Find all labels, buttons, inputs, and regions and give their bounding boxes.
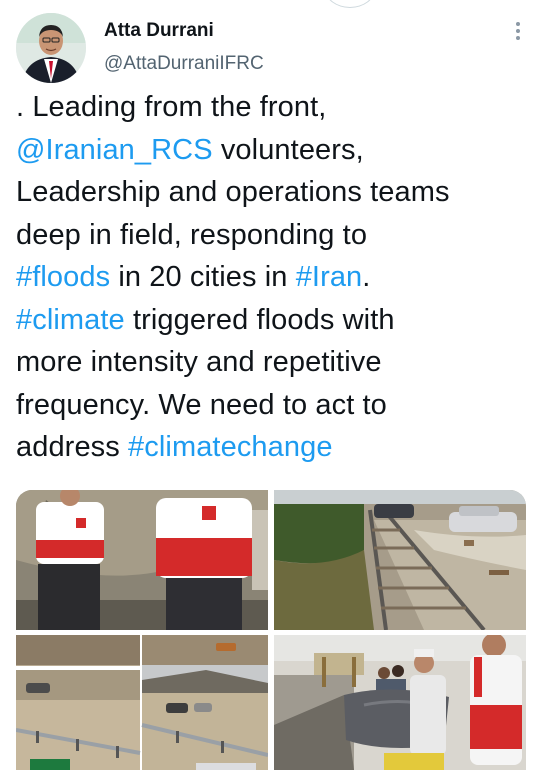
tweet-text-segment: more intensity and repetitive xyxy=(16,346,382,378)
tweet-line: more intensity and repetitive xyxy=(16,341,524,384)
tweet-text-segment: . xyxy=(362,261,371,293)
photo-relief-distribution[interactable] xyxy=(274,635,526,770)
tweet-line: Leadership and operations teams xyxy=(16,171,524,214)
tweet-text-segment: . Leading from the front, xyxy=(16,91,327,123)
photo-volunteers-rocks[interactable] xyxy=(16,490,268,630)
tweet-line: #climate triggered floods with xyxy=(16,299,524,342)
photo-flooded-railway[interactable] xyxy=(274,490,526,630)
hashtag-climatechange-link[interactable]: #climatechange xyxy=(128,431,333,463)
author-avatar[interactable] xyxy=(16,13,86,83)
author-handle[interactable]: @AttaDurraniIFRC xyxy=(104,53,264,75)
tweet-text-segment: frequency. We need to act to xyxy=(16,388,387,421)
tweet-line: deep in field, responding to xyxy=(16,214,524,257)
tweet-text-segment: volunteers, xyxy=(212,133,364,166)
tweet-header: Atta Durrani @AttaDurraniIFRC xyxy=(0,0,540,92)
hashtag-iran-link[interactable]: #Iran xyxy=(296,261,363,293)
photo-flooded-roads[interactable] xyxy=(16,635,268,770)
author-name[interactable]: Atta Durrani xyxy=(104,20,214,42)
tweet-text: . Leading from the front, @Iranian_RCS v… xyxy=(16,86,524,469)
more-options-icon[interactable] xyxy=(514,20,522,44)
tweet-line: #floods in 20 cities in #Iran. xyxy=(16,256,524,299)
tweet-line: frequency. We need to act to xyxy=(16,384,524,427)
mention-link[interactable]: @Iranian_RCS xyxy=(16,134,213,166)
tweet-text-segment: address xyxy=(16,431,129,463)
hashtag-climate-link[interactable]: #climate xyxy=(16,304,125,336)
tweet-line: . Leading from the front, xyxy=(16,86,524,129)
tweet-text-segment: Leadership and operations teams xyxy=(16,176,450,208)
hashtag-floods-link[interactable]: #floods xyxy=(16,261,110,293)
tweet-text-segment: in 20 cities in xyxy=(110,261,296,293)
tweet-text-segment: triggered floods with xyxy=(124,303,395,336)
tweet-text-segment: deep in field, responding to xyxy=(16,218,368,251)
media-grid xyxy=(16,490,526,770)
tweet-line: address #climatechange xyxy=(16,426,524,469)
tweet-line: @Iranian_RCS volunteers, xyxy=(16,129,524,172)
